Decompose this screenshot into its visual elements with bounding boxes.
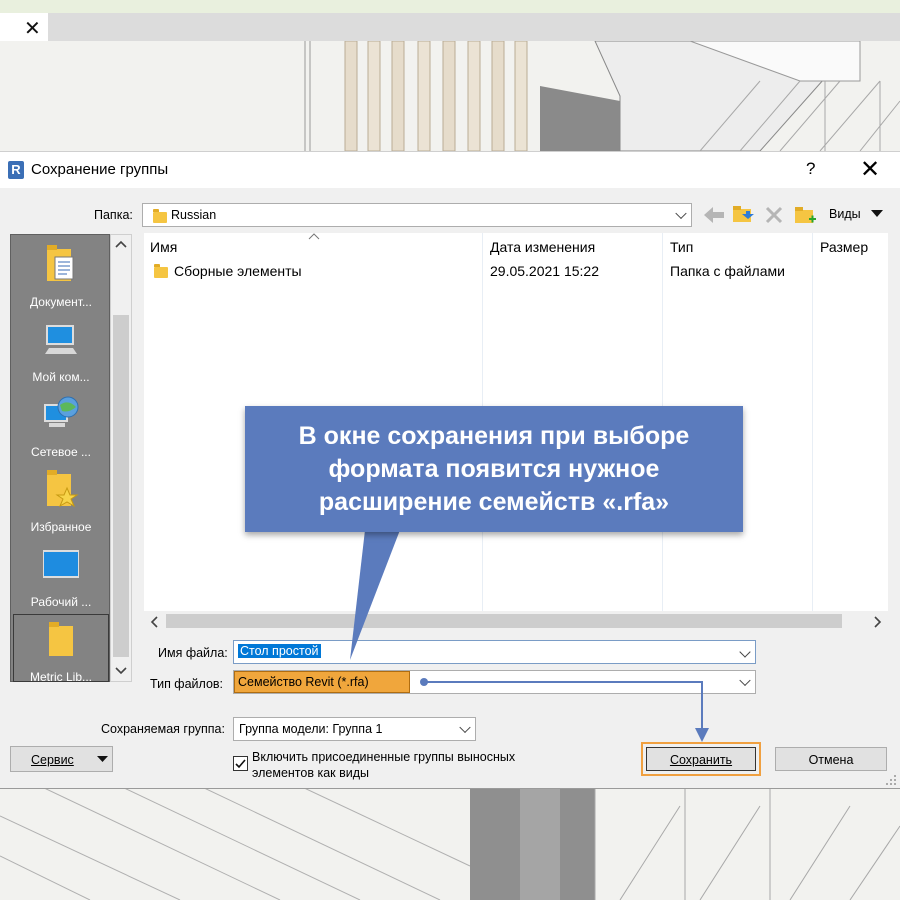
callout-pointer (350, 530, 400, 660)
connector-arrow-line (424, 681, 703, 730)
annotation-callout: В окне сохранения при выборе формата поя… (245, 406, 743, 532)
callout-line-2: формата появится нужное (328, 455, 660, 483)
callout-line-1: В окне сохранения при выборе (298, 422, 690, 450)
callout-line-3: расширение семейств «.rfa» (318, 488, 670, 516)
connector-arrow-head (695, 728, 709, 742)
connector-arrow-start (420, 678, 428, 686)
